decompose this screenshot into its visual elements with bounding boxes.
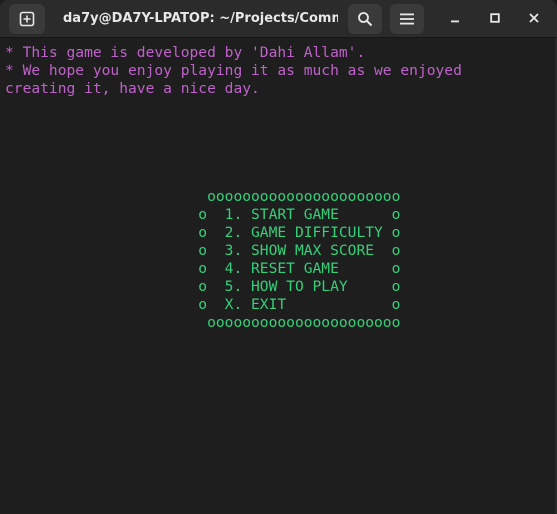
- menu-option-how-to-play: o 5. HOW TO PLAY o: [5, 278, 401, 295]
- terminal-output[interactable]: * This game is developed by 'Dahi Allam'…: [0, 38, 557, 514]
- window-title: da7y@DA7Y-LPATOP: ~/Projects/Comma…: [63, 11, 338, 26]
- close-button[interactable]: [524, 9, 544, 29]
- terminal-window: da7y@DA7Y-LPATOP: ~/Projects/Comma… * Th…: [0, 0, 557, 514]
- menu-option-exit: o X. EXIT o: [5, 296, 401, 313]
- title-bar: da7y@DA7Y-LPATOP: ~/Projects/Comma…: [0, 0, 557, 38]
- minimize-icon: [450, 10, 460, 28]
- menu-option-show-max-score: o 3. SHOW MAX SCORE o: [5, 242, 401, 259]
- intro-line: * We hope you enjoy playing it as much a…: [5, 62, 462, 79]
- new-tab-icon: [19, 11, 35, 27]
- menu-option-start-game: o 1. START GAME o: [5, 206, 401, 223]
- hamburger-menu-icon: [400, 13, 414, 25]
- menu-border-top: oooooooooooooooooooooo: [5, 188, 401, 205]
- new-tab-button[interactable]: [9, 4, 45, 34]
- menu-border-bottom: oooooooooooooooooooooo: [5, 314, 401, 331]
- menu-button[interactable]: [390, 4, 424, 34]
- menu-option-game-difficulty: o 2. GAME DIFFICULTY o: [5, 224, 401, 241]
- close-icon: [529, 10, 539, 28]
- menu-option-reset-game: o 4. RESET GAME o: [5, 260, 401, 277]
- maximize-button[interactable]: [485, 9, 505, 29]
- intro-line: creating it, have a nice day.: [5, 80, 260, 97]
- intro-line: * This game is developed by 'Dahi Allam'…: [5, 44, 366, 61]
- search-button[interactable]: [348, 4, 382, 34]
- minimize-button[interactable]: [445, 9, 465, 29]
- search-icon: [357, 11, 373, 27]
- maximize-icon: [490, 10, 500, 28]
